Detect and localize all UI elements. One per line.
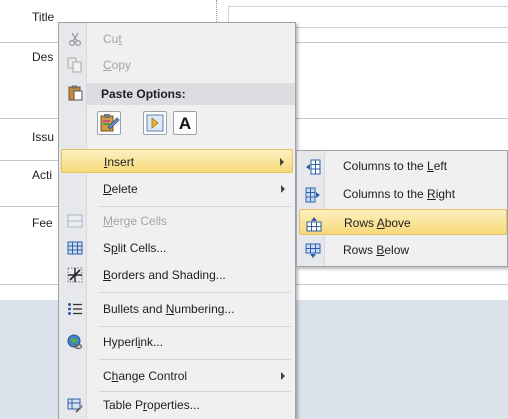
text-only-icon: A <box>179 114 191 133</box>
menu-item-insert[interactable]: Insert <box>61 149 293 173</box>
row-label-title: Title <box>32 10 55 24</box>
menu-item-change-control[interactable]: Change Control <box>61 364 293 388</box>
submenu-item-columns-left[interactable]: Columns to the Left <box>299 153 507 179</box>
paste-merge-formatting-button[interactable] <box>143 111 167 135</box>
hyperlink-globe-icon <box>67 334 83 350</box>
context-menu: Cut Copy Paste Options: A Insert Delete … <box>58 22 296 419</box>
borders-shading-icon <box>67 267 83 283</box>
menu-item-split-cells[interactable]: Split Cells... <box>61 236 293 260</box>
paste-text-only-button[interactable]: A <box>173 111 197 135</box>
paste-formatting-icon <box>100 114 120 132</box>
insert-rows-above-icon <box>306 215 322 232</box>
paste-keep-formatting-button[interactable] <box>97 111 121 135</box>
cell-boundary <box>216 0 217 22</box>
scissors-icon <box>67 31 83 47</box>
menu-item-hyperlink[interactable]: Hyperlink... <box>61 330 293 354</box>
row-label-issue: Issu <box>32 130 55 144</box>
bullets-list-icon <box>67 301 83 317</box>
insert-columns-left-icon <box>305 158 321 175</box>
merge-cells-icon <box>67 213 83 229</box>
row-label-action: Acti <box>32 168 53 182</box>
table-properties-icon <box>67 397 83 413</box>
menu-item-merge-cells[interactable]: Merge Cells <box>61 209 293 233</box>
menu-separator <box>99 292 291 293</box>
insert-submenu: Columns to the Left Columns to the Right… <box>296 150 508 267</box>
menu-item-bullets-numbering[interactable]: Bullets and Numbering... <box>61 297 293 321</box>
insert-rows-below-icon <box>305 242 321 258</box>
submenu-item-columns-right[interactable]: Columns to the Right <box>299 181 507 207</box>
menu-separator <box>99 359 291 360</box>
menu-separator <box>99 391 291 392</box>
split-cells-icon <box>67 240 83 256</box>
paste-merge-icon <box>146 114 164 132</box>
menu-item-cut[interactable]: Cut <box>61 27 293 51</box>
insert-columns-right-icon <box>305 186 321 203</box>
submenu-item-rows-below[interactable]: Rows Below <box>299 237 507 263</box>
menu-separator <box>99 326 291 327</box>
submenu-arrow-icon <box>280 158 284 166</box>
copy-icon <box>67 57 83 73</box>
menu-item-borders-shading[interactable]: Borders and Shading... <box>61 263 293 287</box>
row-label-feedback: Fee <box>32 216 53 230</box>
menu-item-copy[interactable]: Copy <box>61 53 293 77</box>
svg-text:A: A <box>179 114 191 133</box>
submenu-arrow-icon <box>281 185 285 193</box>
menu-item-delete[interactable]: Delete <box>61 177 293 201</box>
submenu-arrow-icon <box>281 372 285 380</box>
menu-separator <box>99 206 291 207</box>
submenu-item-rows-above[interactable]: Rows Above <box>299 209 507 235</box>
menu-item-table-properties[interactable]: Table Properties... <box>61 393 293 417</box>
paste-options-header: Paste Options: <box>87 83 295 105</box>
row-label-description: Des <box>32 50 54 64</box>
clipboard-icon <box>67 85 83 101</box>
